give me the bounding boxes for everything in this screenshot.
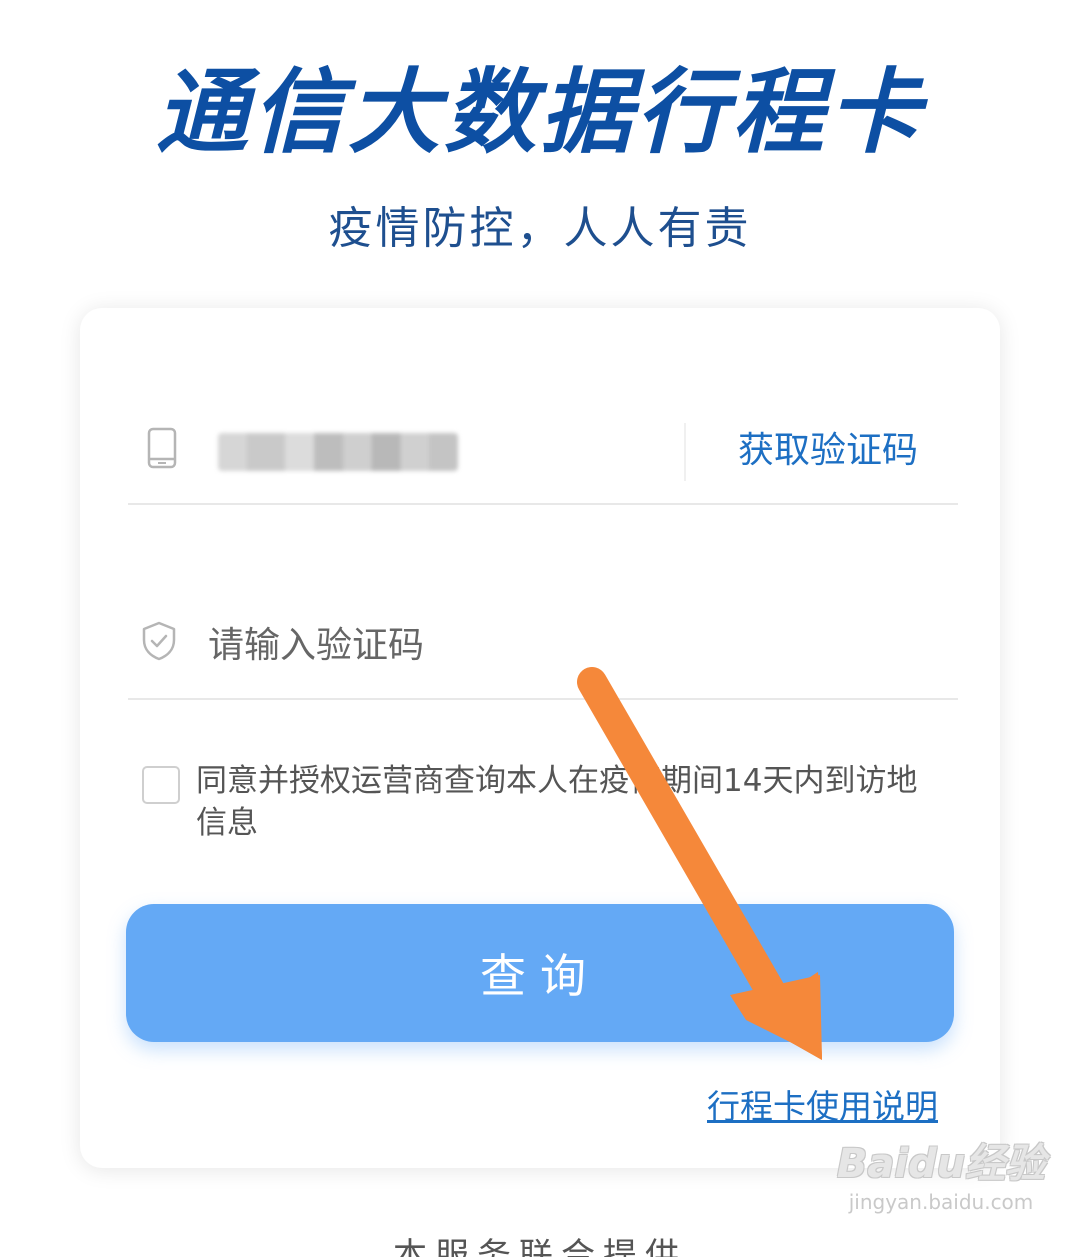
phone-number-field[interactable] — [218, 433, 458, 471]
footer-partial-text: 本服务联合提供 — [393, 1236, 687, 1257]
usage-guide-link[interactable]: 行程卡使用说明 — [707, 1080, 938, 1128]
shield-icon — [142, 621, 176, 661]
login-card: 获取验证码 同意并授权运营商查询本人在疫情期间14天内到访地信息 查询 行程卡使… — [80, 308, 1000, 1168]
query-button[interactable]: 查询 — [126, 904, 954, 1042]
code-row — [128, 598, 958, 700]
watermark-url: jingyan.baidu.com — [848, 1190, 1034, 1214]
verification-code-input[interactable] — [206, 614, 910, 676]
phone-icon — [147, 427, 177, 469]
get-code-button[interactable]: 获取验证码 — [738, 425, 918, 477]
baidu-watermark: Baidu经验 jingyan.baidu.com — [826, 1140, 1056, 1240]
page-title: 通信大数据行程卡 — [155, 59, 924, 166]
page-subtitle: 疫情防控，人人有责 — [328, 203, 752, 254]
agreement-text: 同意并授权运营商查询本人在疫情期间14天内到访地信息 — [196, 763, 918, 841]
agree-checkbox[interactable] — [142, 766, 180, 804]
divider — [684, 423, 686, 481]
watermark-logo: Baidu经验 — [836, 1141, 1046, 1187]
phone-row: 获取验证码 — [128, 403, 958, 505]
